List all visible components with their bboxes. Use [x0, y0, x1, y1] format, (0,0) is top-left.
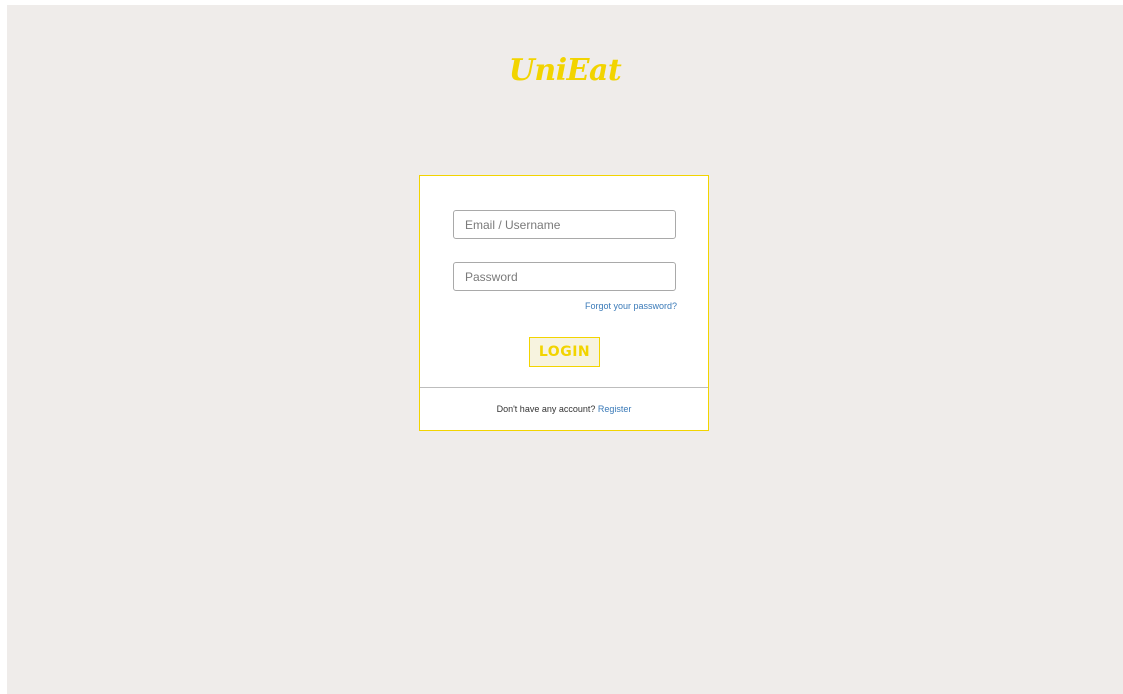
card-divider — [420, 387, 708, 388]
login-card: Forgot your password? LOGIN Don't have a… — [419, 175, 709, 431]
email-username-input[interactable] — [453, 210, 676, 239]
forgot-password-link[interactable]: Forgot your password? — [585, 301, 677, 311]
app-logo: UniEat — [508, 53, 622, 88]
page-background: UniEat Forgot your password? LOGIN Don't… — [7, 5, 1123, 694]
register-prompt: Don't have any account? Register — [420, 404, 708, 414]
password-input[interactable] — [453, 262, 676, 291]
login-button[interactable]: LOGIN — [529, 337, 600, 367]
register-link[interactable]: Register — [598, 404, 632, 414]
no-account-text: Don't have any account? — [496, 404, 596, 414]
